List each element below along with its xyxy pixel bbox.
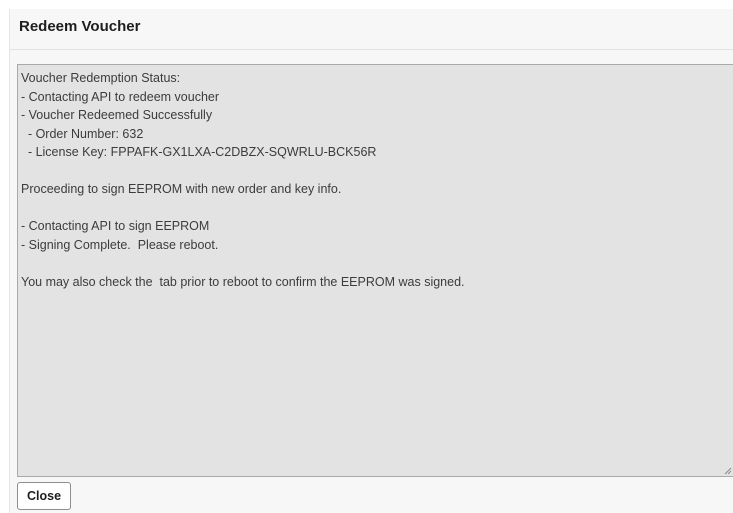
dialog-header: Redeem Voucher [10, 9, 733, 50]
status-text: Voucher Redemption Status: - Contacting … [21, 71, 465, 289]
close-button[interactable]: Close [17, 482, 72, 510]
dialog-footer: Close [10, 477, 733, 513]
status-text-area[interactable]: Voucher Redemption Status: - Contacting … [17, 64, 733, 477]
resize-grip-icon[interactable] [723, 466, 732, 475]
dialog-title: Redeem Voucher [19, 18, 141, 35]
redeem-voucher-dialog: Redeem Voucher Voucher Redemption Status… [9, 9, 733, 513]
